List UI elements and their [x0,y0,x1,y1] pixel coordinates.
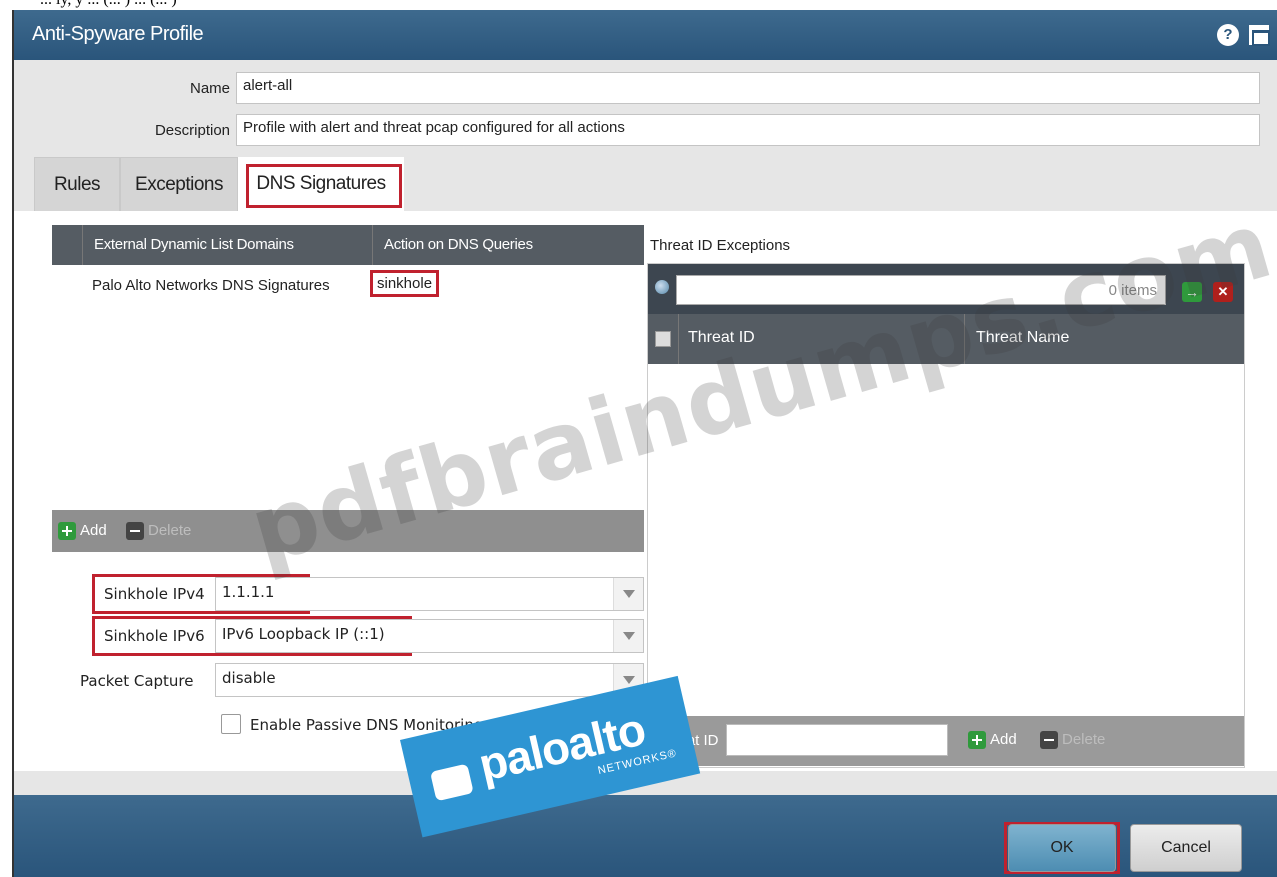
help-icon[interactable]: ? [1217,24,1239,46]
threat-exceptions-title: Threat ID Exceptions [650,237,791,254]
chevron-down-icon [613,664,643,696]
description-field[interactable]: Profile with alert and threat pcap confi… [236,114,1260,146]
threat-table-header: Threat ID Threat Name [648,314,1244,364]
header-divider [372,225,373,265]
threat-delete-button[interactable]: Delete [1062,731,1105,748]
threat-footer: Threat ID Add Delete [648,716,1244,766]
delete-button[interactable]: Delete [148,522,191,539]
chevron-down-icon [613,620,643,652]
tab-exceptions[interactable]: Exceptions [120,157,238,212]
tab-rules[interactable]: Rules [34,157,120,212]
anti-spyware-dialog: Anti-Spyware Profile ? Name alert-all De… [12,10,1277,877]
cancel-button[interactable]: Cancel [1130,824,1242,872]
column-header-threat-name[interactable]: Threat Name [976,329,1069,347]
edl-toolbar: Add Delete [52,510,644,552]
threat-search-input[interactable]: 0 items [676,275,1166,305]
add-button[interactable]: Add [80,522,107,539]
threat-search-bar: 0 items → ✕ [648,264,1244,314]
items-count: 0 items [1108,282,1157,299]
delete-icon [1040,731,1058,749]
threat-id-footer-label: Threat ID [656,732,719,749]
action-sinkhole-cell[interactable]: sinkhole [370,270,440,297]
passive-dns-label: Enable Passive DNS Monitoring [250,716,484,734]
tab-rules-label: Rules [53,174,101,195]
select-all-checkbox[interactable] [655,331,671,347]
threat-add-button[interactable]: Add [990,731,1017,748]
top-strip: ... ly, y ... (... ) ... (... ) [0,0,1277,10]
sinkhole-ipv4-value: 1.1.1.1 [222,583,275,601]
threat-id-input[interactable] [726,724,948,756]
passive-dns-checkbox[interactable] [221,714,241,734]
tab-dns-signatures[interactable]: DNS Signatures [238,157,404,212]
ok-button[interactable]: OK [1008,824,1116,872]
name-label: Name [189,80,230,97]
clear-filter-icon[interactable]: ✕ [1213,282,1233,302]
add-icon [968,731,986,749]
delete-icon [126,522,144,540]
chevron-down-icon [613,578,643,610]
name-field[interactable]: alert-all [236,72,1260,104]
packet-capture-value: disable [222,669,276,687]
sinkhole-ipv6-select[interactable]: IPv6 Loopback IP (::1) [215,619,644,653]
dialog-footer: OK Cancel [14,795,1277,877]
column-header-action[interactable]: Action on DNS Queries [384,236,533,253]
sinkhole-ipv4-select[interactable]: 1.1.1.1 [215,577,644,611]
threat-exceptions-panel: 0 items → ✕ Threat ID Threat Name Threat… [647,263,1245,768]
dialog-title: Anti-Spyware Profile [32,23,204,45]
top-strip-text: ... ly, y ... (... ) ... (... ) [40,0,177,9]
description-label: Description [154,122,230,139]
dns-signatures-panel: External Dynamic List Domains Action on … [14,211,1277,771]
packet-capture-label: Packet Capture [80,672,194,690]
sinkhole-ipv6-label: Sinkhole IPv6 [104,627,205,645]
edl-table-header: External Dynamic List Domains Action on … [52,225,644,265]
edl-domain-cell: Palo Alto Networks DNS Signatures [92,277,330,294]
packet-capture-select[interactable]: disable [215,663,644,697]
column-header-edl-domains[interactable]: External Dynamic List Domains [94,236,294,253]
header-divider [82,225,83,265]
title-bar: Anti-Spyware Profile ? [14,10,1277,60]
column-header-threat-id[interactable]: Threat ID [688,329,755,347]
search-icon [655,280,669,294]
apply-filter-icon[interactable]: → [1182,282,1202,302]
header-divider [678,314,679,364]
add-icon [58,522,76,540]
table-row[interactable]: Palo Alto Networks DNS Signatures sinkho… [52,267,644,303]
header-divider [964,314,965,364]
maximize-icon[interactable] [1249,25,1270,46]
sinkhole-ipv6-value: IPv6 Loopback IP (::1) [222,625,385,643]
sinkhole-ipv4-label: Sinkhole IPv4 [104,585,205,603]
tab-exceptions-label: Exceptions [135,174,223,195]
tab-dns-signatures-label: DNS Signatures [256,173,386,194]
